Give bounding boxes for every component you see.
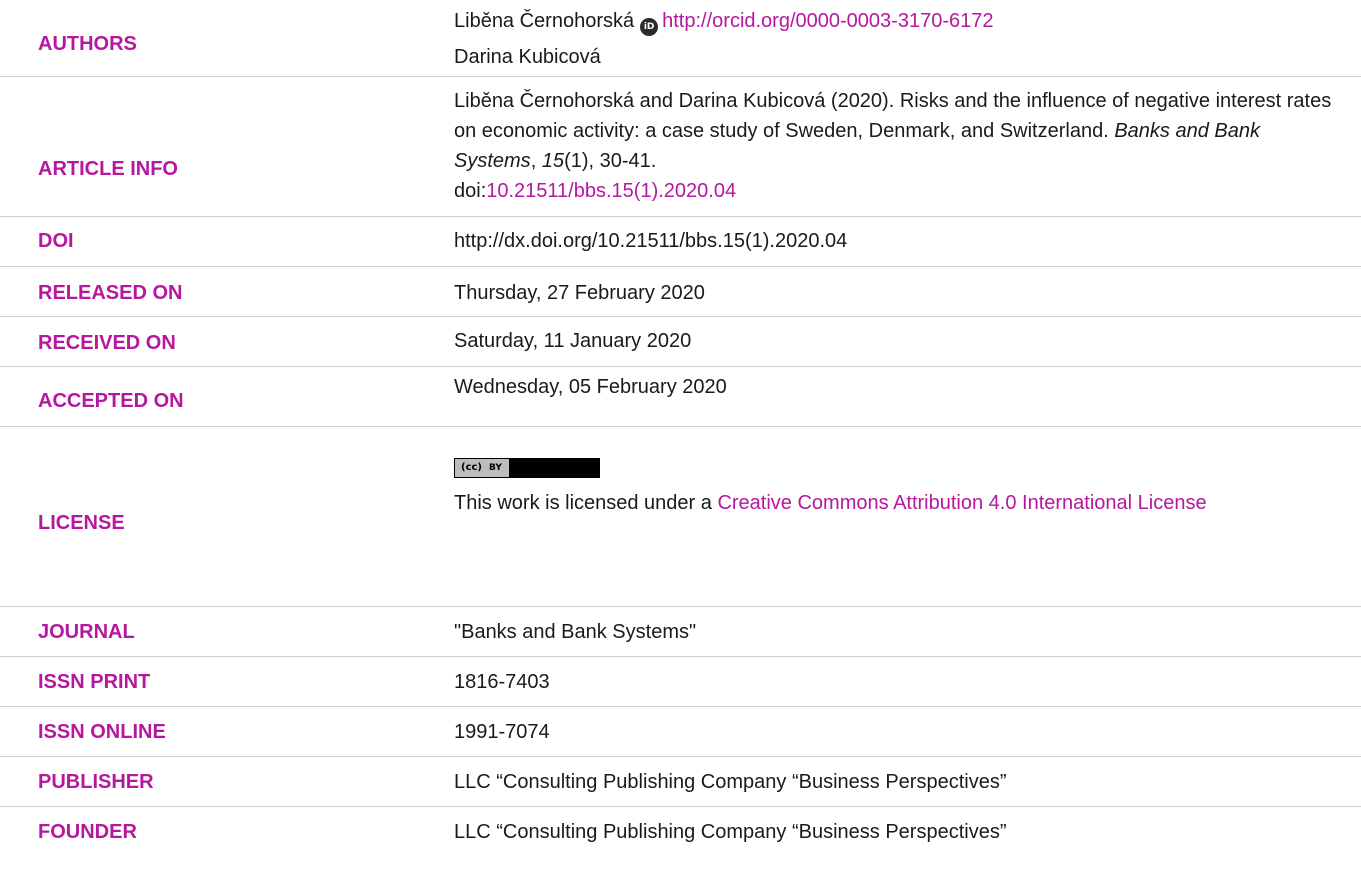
license-link[interactable]: Creative Commons Attribution 4.0 Interna… bbox=[717, 492, 1206, 514]
citation-volume: 15 bbox=[541, 150, 565, 172]
value-received-on: Saturday, 11 January 2020 bbox=[454, 330, 692, 352]
row-issn-online: ISSN ONLINE 1991-7074 bbox=[0, 706, 1361, 757]
license-text: This work is licensed under a bbox=[454, 492, 718, 514]
label-journal: JOURNAL bbox=[38, 621, 135, 643]
label-publisher: PUBLISHER bbox=[38, 771, 154, 793]
orcid-icon[interactable]: iD bbox=[640, 18, 659, 36]
citation-comma: , bbox=[530, 150, 542, 172]
author-name: Darina Kubicová bbox=[454, 46, 601, 68]
label-received-on: RECEIVED ON bbox=[38, 332, 176, 354]
value-license: (cc) BY This work is licensed under a Cr… bbox=[454, 458, 1334, 518]
row-doi: DOI http://dx.doi.org/10.21511/bbs.15(1)… bbox=[0, 216, 1361, 267]
value-article-info: Liběna Černohorská and Darina Kubicová (… bbox=[454, 86, 1334, 206]
label-issn-online: ISSN ONLINE bbox=[38, 721, 166, 743]
row-issn-print: ISSN PRINT 1816-7403 bbox=[0, 656, 1361, 707]
row-journal: JOURNAL "Banks and Bank Systems" bbox=[0, 606, 1361, 657]
value-publisher: LLC “Consulting Publishing Company “Busi… bbox=[454, 771, 1007, 793]
cc-badge-text: (cc) bbox=[461, 462, 482, 473]
label-doi: DOI bbox=[38, 230, 74, 252]
by-badge-text: BY bbox=[489, 463, 502, 473]
author-name: Liběna Černohorská bbox=[454, 10, 635, 32]
value-journal: "Banks and Bank Systems" bbox=[454, 621, 697, 643]
label-released-on: RELEASED ON bbox=[38, 282, 183, 304]
citation-issue-pages: (1), 30-41. bbox=[564, 150, 657, 172]
value-accepted-on: Wednesday, 05 February 2020 bbox=[454, 376, 727, 398]
row-license: LICENSE (cc) BY This work is licensed un… bbox=[0, 426, 1361, 607]
value-issn-online: 1991-7074 bbox=[454, 721, 550, 743]
row-article-info: ARTICLE INFO Liběna Černohorská and Dari… bbox=[0, 76, 1361, 217]
row-accepted-on: ACCEPTED ON Wednesday, 05 February 2020 bbox=[0, 366, 1361, 427]
row-received-on: RECEIVED ON Saturday, 11 January 2020 bbox=[0, 316, 1361, 367]
label-authors: AUTHORS bbox=[38, 33, 137, 55]
citation-doi-prefix: doi: bbox=[454, 180, 487, 202]
row-publisher: PUBLISHER LLC “Consulting Publishing Com… bbox=[0, 756, 1361, 807]
value-founder: LLC “Consulting Publishing Company “Busi… bbox=[454, 821, 1007, 843]
row-authors: AUTHORS Liběna Černohorská iD http://orcid… bbox=[0, 0, 1361, 77]
label-founder: FOUNDER bbox=[38, 821, 137, 843]
orcid-link[interactable]: http://orcid.org/0000-0003-3170-6172 bbox=[662, 10, 993, 32]
citation-doi-link[interactable]: 10.21511/bbs.15(1).2020.04 bbox=[486, 180, 736, 202]
label-issn-print: ISSN PRINT bbox=[38, 671, 151, 693]
value-authors: Liběna Černohorská iD http://orcid.org/000… bbox=[454, 8, 1334, 70]
value-doi: http://dx.doi.org/10.21511/bbs.15(1).202… bbox=[454, 230, 848, 252]
value-released-on: Thursday, 27 February 2020 bbox=[454, 282, 705, 304]
label-article-info: ARTICLE INFO bbox=[38, 158, 178, 180]
label-accepted-on: ACCEPTED ON bbox=[38, 390, 184, 412]
cc-by-license-icon[interactable]: (cc) BY bbox=[454, 458, 600, 478]
value-issn-print: 1816-7403 bbox=[454, 671, 550, 693]
label-license: LICENSE bbox=[38, 512, 125, 534]
row-founder: FOUNDER LLC “Consulting Publishing Compa… bbox=[0, 806, 1361, 856]
row-released-on: RELEASED ON Thursday, 27 February 2020 bbox=[0, 266, 1361, 317]
